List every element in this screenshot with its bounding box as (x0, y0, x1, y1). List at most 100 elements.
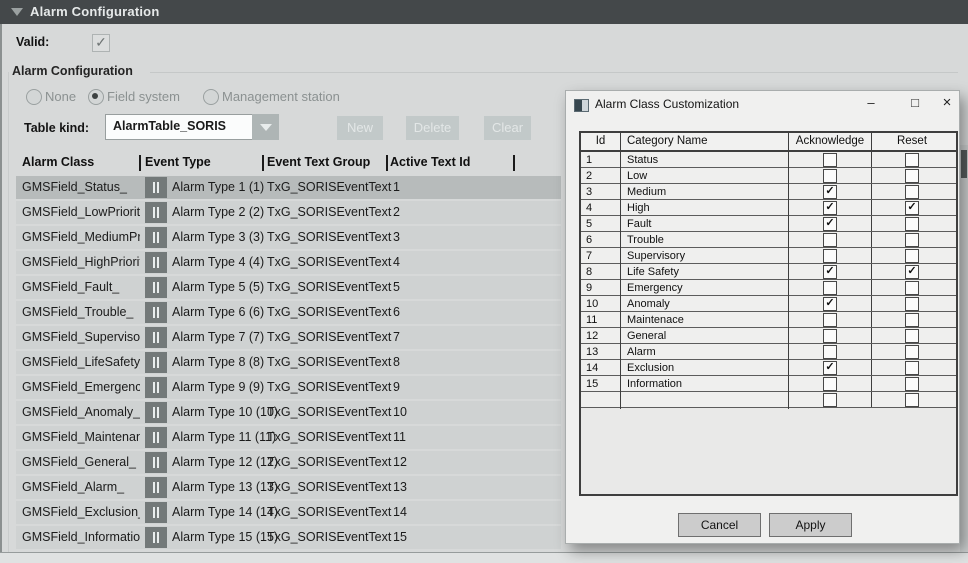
close-button[interactable]: × (936, 93, 958, 113)
table-row[interactable]: GMSField_Trouble_Alarm Type 6 (6)TxG_SOR… (16, 301, 561, 324)
table-row[interactable]: GMSField_MaintenancAlarm Type 11 (11)TxG… (16, 426, 561, 449)
reset-checkbox[interactable] (905, 313, 919, 327)
reset-checkbox[interactable] (905, 217, 919, 231)
radio-label: Field system (107, 89, 180, 104)
scrollbar-thumb[interactable] (961, 150, 967, 178)
reset-checkbox[interactable] (905, 345, 919, 359)
radio-none[interactable] (26, 89, 42, 105)
table-kind-dropdown-button[interactable] (252, 114, 279, 140)
table-kind-dropdown[interactable]: AlarmTable_SORIS (105, 114, 253, 140)
acknowledge-checkbox[interactable] (823, 201, 837, 215)
reset-checkbox[interactable] (905, 201, 919, 215)
reset-checkbox[interactable] (905, 153, 919, 167)
category-name-cell[interactable]: Emergency (621, 280, 789, 297)
cancel-button[interactable]: Cancel (678, 513, 761, 537)
table-row[interactable]: GMSField_LowPriorityAAlarm Type 2 (2)TxG… (16, 201, 561, 224)
acknowledge-checkbox[interactable] (823, 265, 837, 279)
category-name-cell[interactable] (621, 392, 789, 409)
category-name-cell[interactable]: Fault (621, 216, 789, 233)
pause-icon[interactable] (145, 527, 167, 548)
maximize-button[interactable]: □ (904, 93, 926, 113)
acknowledge-checkbox[interactable] (823, 345, 837, 359)
category-name-cell[interactable]: Trouble (621, 232, 789, 249)
minimize-button[interactable]: – (860, 93, 882, 113)
radio-field-system[interactable] (88, 89, 104, 105)
category-name-cell[interactable]: Medium (621, 184, 789, 201)
category-name-cell[interactable]: Low (621, 168, 789, 185)
pause-icon[interactable] (145, 302, 167, 323)
clear-button[interactable]: Clear (484, 116, 531, 140)
valid-checkbox[interactable]: ✓ (92, 34, 110, 52)
pause-icon[interactable] (145, 377, 167, 398)
acknowledge-checkbox[interactable] (823, 297, 837, 311)
acknowledge-checkbox[interactable] (823, 281, 837, 295)
reset-checkbox[interactable] (905, 249, 919, 263)
reset-checkbox[interactable] (905, 169, 919, 183)
table-row[interactable]: GMSField_HighPriority.Alarm Type 4 (4)Tx… (16, 251, 561, 274)
reset-checkbox[interactable] (905, 233, 919, 247)
acknowledge-checkbox[interactable] (823, 377, 837, 391)
pause-icon[interactable] (145, 252, 167, 273)
pause-icon[interactable] (145, 202, 167, 223)
category-name-cell[interactable]: Life Safety (621, 264, 789, 281)
acknowledge-checkbox[interactable] (823, 233, 837, 247)
id-cell: 5 (581, 216, 621, 233)
vertical-scrollbar[interactable] (960, 145, 968, 555)
category-name-cell[interactable]: General (621, 328, 789, 345)
reset-checkbox[interactable] (905, 297, 919, 311)
category-name-cell[interactable]: Exclusion (621, 360, 789, 377)
acknowledge-checkbox[interactable] (823, 185, 837, 199)
apply-button[interactable]: Apply (769, 513, 852, 537)
acknowledge-checkbox[interactable] (823, 153, 837, 167)
pause-icon[interactable] (145, 502, 167, 523)
table-row[interactable]: GMSField_LifeSafety_Alarm Type 8 (8)TxG_… (16, 351, 561, 374)
acknowledge-checkbox[interactable] (823, 361, 837, 375)
reset-checkbox[interactable] (905, 329, 919, 343)
pause-icon[interactable] (145, 277, 167, 298)
new-button[interactable]: New (337, 116, 383, 140)
category-name-cell[interactable]: Maintenace (621, 312, 789, 329)
category-name-cell[interactable]: Alarm (621, 344, 789, 361)
collapse-triangle-icon[interactable] (11, 8, 23, 16)
table-row[interactable]: GMSField_Status_Alarm Type 1 (1)TxG_SORI… (16, 176, 561, 199)
delete-button[interactable]: Delete (406, 116, 459, 140)
acknowledge-checkbox[interactable] (823, 249, 837, 263)
reset-checkbox[interactable] (905, 393, 919, 407)
pause-icon[interactable] (145, 352, 167, 373)
pause-icon[interactable] (145, 177, 167, 198)
pause-icon[interactable] (145, 402, 167, 423)
table-row[interactable]: GMSField_MediumPrioAlarm Type 3 (3)TxG_S… (16, 226, 561, 249)
reset-cell (872, 328, 952, 343)
reset-checkbox[interactable] (905, 361, 919, 375)
table-row[interactable]: GMSField_General_Alarm Type 12 (12)TxG_S… (16, 451, 561, 474)
reset-checkbox[interactable] (905, 265, 919, 279)
category-name-cell[interactable]: Anomaly (621, 296, 789, 313)
acknowledge-checkbox[interactable] (823, 393, 837, 407)
category-name-cell[interactable]: Status (621, 152, 789, 169)
category-name-cell[interactable]: Supervisory (621, 248, 789, 265)
pause-icon[interactable] (145, 477, 167, 498)
reset-checkbox[interactable] (905, 377, 919, 391)
col-event-type: Event Type (145, 155, 211, 169)
acknowledge-checkbox[interactable] (823, 217, 837, 231)
acknowledge-checkbox[interactable] (823, 169, 837, 183)
acknowledge-checkbox[interactable] (823, 329, 837, 343)
reset-cell (872, 312, 952, 327)
acknowledge-checkbox[interactable] (823, 313, 837, 327)
table-row[interactable]: GMSField_Fault_Alarm Type 5 (5)TxG_SORIS… (16, 276, 561, 299)
reset-checkbox[interactable] (905, 281, 919, 295)
table-row[interactable]: GMSField_Anomaly_Alarm Type 10 (10)TxG_S… (16, 401, 561, 424)
category-name-cell[interactable]: High (621, 200, 789, 217)
table-row[interactable]: GMSField_Alarm_Alarm Type 13 (13)TxG_SOR… (16, 476, 561, 499)
radio-management-station[interactable] (203, 89, 219, 105)
category-name-cell[interactable]: Information (621, 376, 789, 393)
table-row[interactable]: GMSField_Supervisory_Alarm Type 7 (7)TxG… (16, 326, 561, 349)
pause-icon[interactable] (145, 427, 167, 448)
reset-checkbox[interactable] (905, 185, 919, 199)
table-row[interactable]: GMSField_Emergency_Alarm Type 9 (9)TxG_S… (16, 376, 561, 399)
pause-icon[interactable] (145, 327, 167, 348)
table-row[interactable]: GMSField_Exclusion_Alarm Type 14 (14)TxG… (16, 501, 561, 524)
pause-icon[interactable] (145, 227, 167, 248)
table-row[interactable]: GMSField_Information_Alarm Type 15 (15)T… (16, 526, 561, 549)
pause-icon[interactable] (145, 452, 167, 473)
